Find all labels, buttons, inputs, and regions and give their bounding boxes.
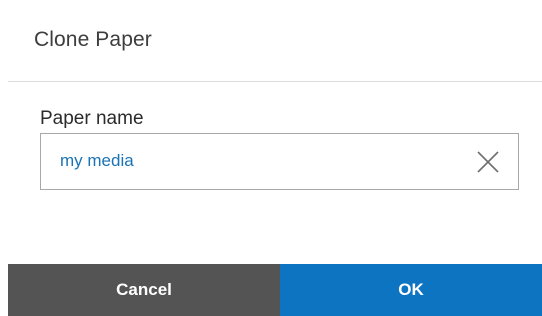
clear-input-button[interactable] <box>474 148 502 176</box>
dialog-footer: Cancel OK <box>8 264 542 316</box>
cancel-button[interactable]: Cancel <box>8 264 280 316</box>
dialog-header: Clone Paper <box>8 0 542 82</box>
paper-name-field[interactable]: my media <box>40 133 519 190</box>
dialog-title: Clone Paper <box>34 28 152 51</box>
paper-name-label: Paper name <box>40 108 144 129</box>
paper-name-value[interactable]: my media <box>60 151 134 171</box>
ok-button[interactable]: OK <box>280 264 542 316</box>
clone-paper-dialog: Clone Paper Paper name my media Cancel O… <box>0 0 542 316</box>
close-x-icon <box>477 151 499 173</box>
